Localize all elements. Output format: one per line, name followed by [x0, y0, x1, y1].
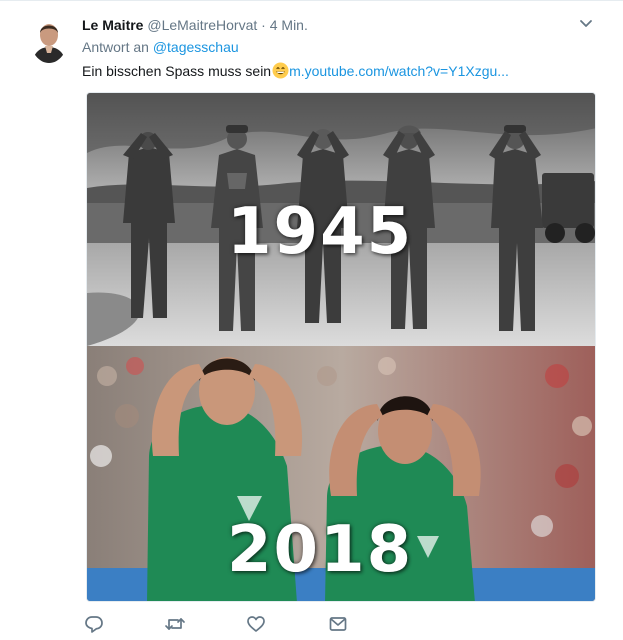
tweet-timestamp[interactable]: 4 Min.: [270, 17, 308, 33]
reply-prefix: Antwort an: [82, 39, 149, 55]
youtube-link[interactable]: m.youtube.com/watch?v=Y1Xzgu...: [289, 63, 509, 79]
tweet-media[interactable]: 1945 2018: [86, 92, 596, 602]
chevron-down-icon[interactable]: [577, 14, 595, 32]
heart-icon[interactable]: [246, 614, 268, 634]
photo-2018: 2018: [87, 346, 595, 601]
reply-icon[interactable]: [84, 614, 106, 634]
tweet-actions: [82, 614, 382, 634]
retweet-icon[interactable]: [164, 614, 186, 634]
tweet-text: Ein bisschen Spass muss sein m.youtube.co…: [82, 61, 509, 81]
grinning-emoji-icon: [272, 62, 289, 79]
top-divider: [0, 0, 623, 1]
avatar[interactable]: [30, 13, 68, 63]
author-handle[interactable]: @LeMaitreHorvat: [147, 17, 257, 33]
year-1945-caption: 1945: [227, 195, 414, 269]
separator-dot: ·: [261, 17, 266, 33]
tweet-header: Le Maitre @LeMaitreHorvat · 4 Min.: [82, 16, 308, 34]
author-name[interactable]: Le Maitre: [82, 17, 143, 33]
envelope-icon[interactable]: [328, 614, 350, 634]
photo-1945: 1945: [87, 93, 595, 346]
reply-mention-link[interactable]: @tagesschau: [153, 39, 239, 55]
tweet-body: Ein bisschen Spass muss sein: [82, 63, 272, 79]
year-2018-caption: 2018: [227, 513, 414, 587]
reply-context: Antwort an @tagesschau: [82, 38, 239, 56]
